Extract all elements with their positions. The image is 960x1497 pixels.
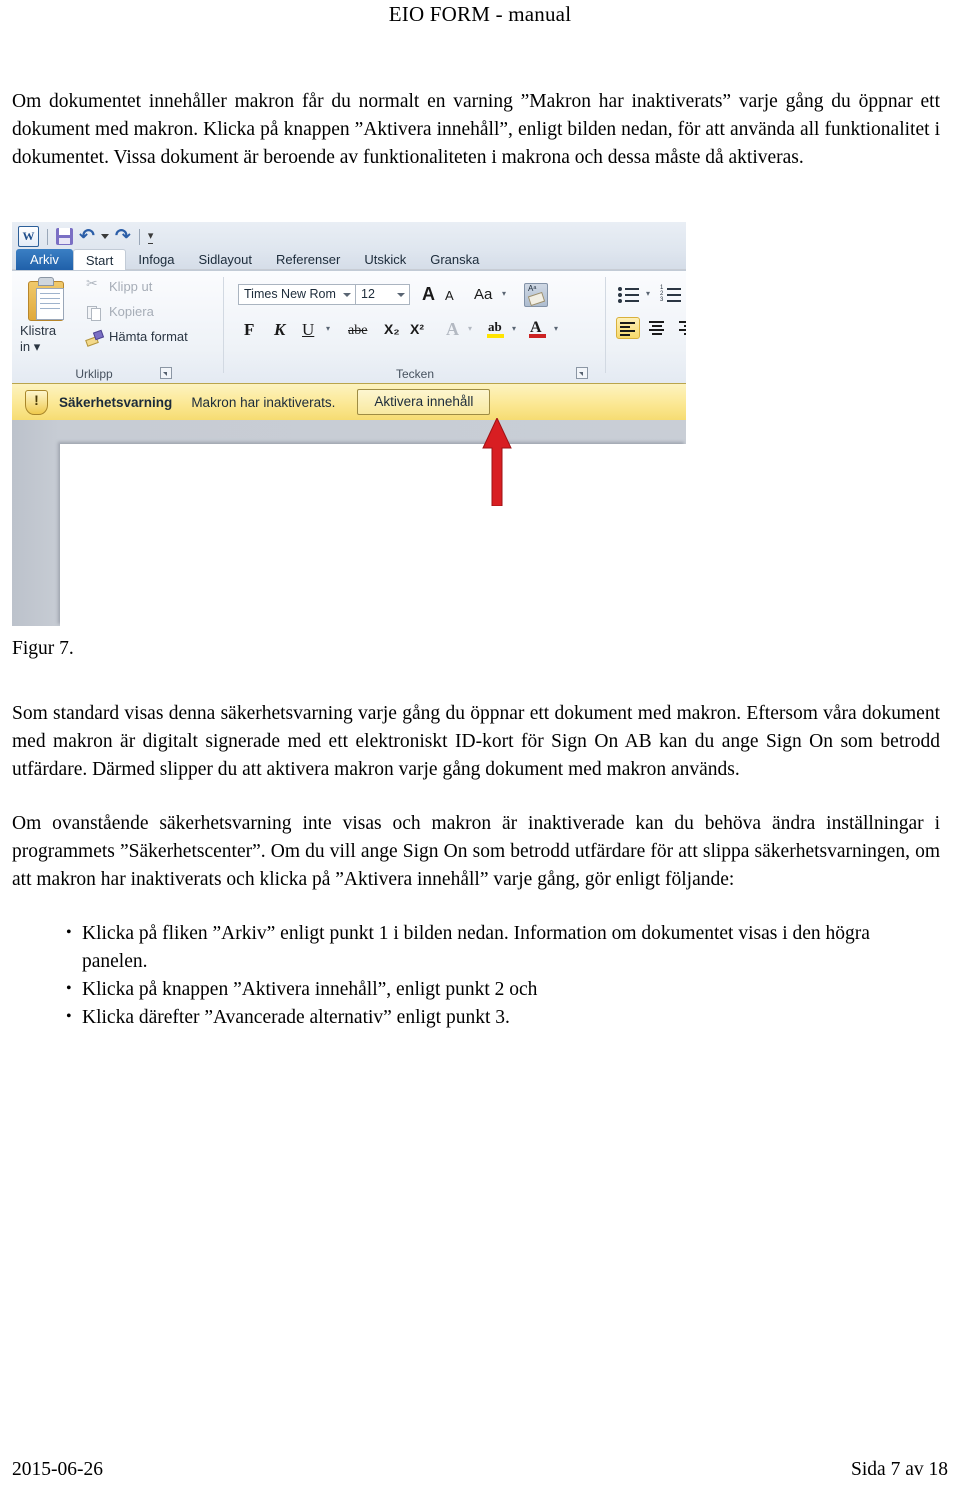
paragraph-default-warning: Som standard visas denna säkerhetsvarnin… [12, 703, 940, 780]
word-window: W ↶ ↷ ▾ Arkiv Start Infoga Sidlayout Ref… [12, 222, 686, 626]
instruction-list: Klicka på fliken ”Arkiv” enligt punkt 1 … [12, 919, 940, 1032]
italic-icon[interactable]: K [274, 321, 285, 338]
shrink-font-icon[interactable]: A [445, 289, 454, 302]
paragraph-trust-settings: Om ovanstående säkerhetsvarning inte vis… [12, 813, 940, 890]
tab-sidlayout[interactable]: Sidlayout [187, 249, 264, 271]
qat-divider-1 [47, 228, 48, 245]
clear-formatting-icon[interactable]: A​ᵃ [524, 283, 548, 311]
highlight-chevron-down-icon[interactable]: ▾ [512, 325, 516, 333]
highlight-glyph: ab [488, 319, 502, 334]
grow-font-icon[interactable]: A [422, 285, 435, 303]
underline-icon[interactable]: U [302, 321, 314, 338]
clipboard-dialog-launcher[interactable] [160, 367, 172, 379]
group-label-font: Tecken [395, 367, 435, 381]
tab-arkiv[interactable]: Arkiv [16, 249, 73, 271]
footer-date: 2015-06-26 [12, 1459, 103, 1480]
highlight-color-icon[interactable]: ab [486, 319, 508, 339]
align-left-icon[interactable] [616, 317, 640, 339]
font-dialog-launcher[interactable] [576, 367, 588, 379]
ribbon-titlebar: W ↶ ↷ ▾ Arkiv Start Infoga Sidlayout Ref… [12, 222, 686, 272]
font-size-combobox[interactable]: 12 [356, 284, 410, 305]
tab-referenser[interactable]: Referenser [264, 249, 352, 271]
underline-chevron-down-icon[interactable]: ▾ [326, 325, 330, 333]
copy-label: Kopiera [109, 304, 154, 319]
redo-icon[interactable]: ↷ [115, 227, 131, 246]
text-effects-icon[interactable]: A [446, 320, 459, 338]
ribbon-body: Klistra in ▾ Klipp ut Kopiera Hämta form… [12, 270, 686, 383]
intro-paragraph: Om dokumentet innehåller makron får du n… [12, 91, 940, 168]
figure-word-screenshot: W ↶ ↷ ▾ Arkiv Start Infoga Sidlayout Ref… [12, 222, 686, 626]
font-color-icon[interactable]: A [528, 319, 550, 339]
tab-utskick[interactable]: Utskick [352, 249, 418, 271]
security-warning-message: Makron har inaktiverats. [191, 394, 336, 410]
align-right-icon[interactable] [676, 317, 686, 337]
group-paragraph: ▾ 1 2 3 [606, 271, 686, 383]
word-app-orb-icon[interactable]: W [18, 226, 39, 247]
save-icon[interactable] [56, 228, 73, 245]
bullet-list-icon[interactable] [618, 286, 640, 303]
group-clipboard: Klistra in ▾ Klipp ut Kopiera Hämta form… [12, 271, 224, 383]
document-canvas [12, 420, 686, 626]
cut-label: Klipp ut [109, 279, 153, 294]
font-size-chevron-down-icon[interactable] [397, 292, 405, 297]
undo-icon[interactable]: ↶ [79, 227, 95, 246]
security-warning-title: Säkerhetsvarning [59, 394, 173, 410]
text-effects-chevron-down-icon[interactable]: ▾ [468, 325, 472, 333]
font-name-chevron-down-icon[interactable] [343, 292, 351, 297]
enable-content-button[interactable]: Aktivera innehåll [357, 389, 491, 415]
paste-label-line2: in ▾ [20, 339, 41, 354]
format-painter-icon [86, 329, 102, 345]
change-case-chevron-down-icon[interactable]: ▾ [502, 290, 506, 298]
numbered-list-icon[interactable]: 1 2 3 [660, 285, 682, 303]
footer-page-number: Sida 7 av 18 [851, 1459, 948, 1480]
font-name-combobox[interactable]: Times New Rom [238, 284, 356, 305]
superscript-icon[interactable]: X² [410, 322, 424, 336]
tab-granska[interactable]: Granska [418, 249, 491, 271]
paste-icon[interactable] [26, 277, 66, 321]
list-item: Klicka på fliken ”Arkiv” enligt punkt 1 … [66, 919, 940, 976]
page-header: EIO FORM - manual [0, 2, 960, 27]
paste-button-label[interactable]: Klistra in ▾ [20, 323, 56, 355]
figure-caption: Figur 7. [12, 638, 74, 659]
tab-infoga[interactable]: Infoga [126, 249, 186, 271]
font-color-chevron-down-icon[interactable]: ▾ [554, 325, 558, 333]
copy-button[interactable]: Kopiera [86, 304, 154, 321]
format-painter-button[interactable]: Hämta format [86, 329, 188, 345]
warning-shield-icon [25, 389, 48, 415]
scissors-icon [86, 276, 102, 295]
undo-dropdown-caret-down-icon[interactable] [100, 234, 109, 239]
document-page[interactable] [60, 444, 686, 626]
ribbon-tab-strip[interactable]: Arkiv Start Infoga Sidlayout Referenser … [12, 249, 686, 272]
strikethrough-icon[interactable]: abe [348, 324, 367, 338]
subscript-icon[interactable]: X₂ [384, 322, 400, 336]
intro-section: Om dokumentet innehåller makron får du n… [12, 88, 940, 172]
font-name-value: Times New Rom [244, 287, 336, 301]
format-painter-label: Hämta format [109, 329, 188, 344]
list-item: Klicka på knappen ”Aktivera innehåll”, e… [66, 975, 940, 1004]
cut-button[interactable]: Klipp ut [86, 276, 153, 295]
tab-start[interactable]: Start [72, 249, 127, 272]
highlight-color-swatch [487, 334, 504, 338]
list-item: Klicka därefter ”Avancerade alternativ” … [66, 1003, 940, 1032]
paste-label-line1: Klistra [20, 323, 57, 338]
page-footer: 2015-06-26 Sida 7 av 18 [12, 1459, 948, 1481]
body-sections: Som standard visas denna säkerhetsvarnin… [12, 700, 940, 1032]
quick-access-toolbar[interactable]: W ↶ ↷ ▾ [18, 226, 154, 247]
bullet-list-chevron-down-icon[interactable]: ▾ [646, 290, 650, 298]
group-font: Times New Rom 12 A A Aa ▾ A​ᵃ [224, 271, 606, 383]
bold-icon[interactable]: F [244, 321, 254, 338]
font-color-swatch [529, 334, 546, 338]
change-case-icon[interactable]: Aa [474, 287, 492, 302]
customize-qat-chevron-down-icon[interactable]: ▾ [147, 229, 154, 244]
copy-icon [86, 304, 102, 321]
qat-divider-2 [138, 228, 140, 245]
align-center-icon[interactable] [646, 317, 668, 337]
document-title: EIO FORM - manual [388, 2, 572, 26]
font-size-value: 12 [361, 287, 375, 301]
security-warning-bar: Säkerhetsvarning Makron har inaktiverats… [12, 383, 686, 421]
